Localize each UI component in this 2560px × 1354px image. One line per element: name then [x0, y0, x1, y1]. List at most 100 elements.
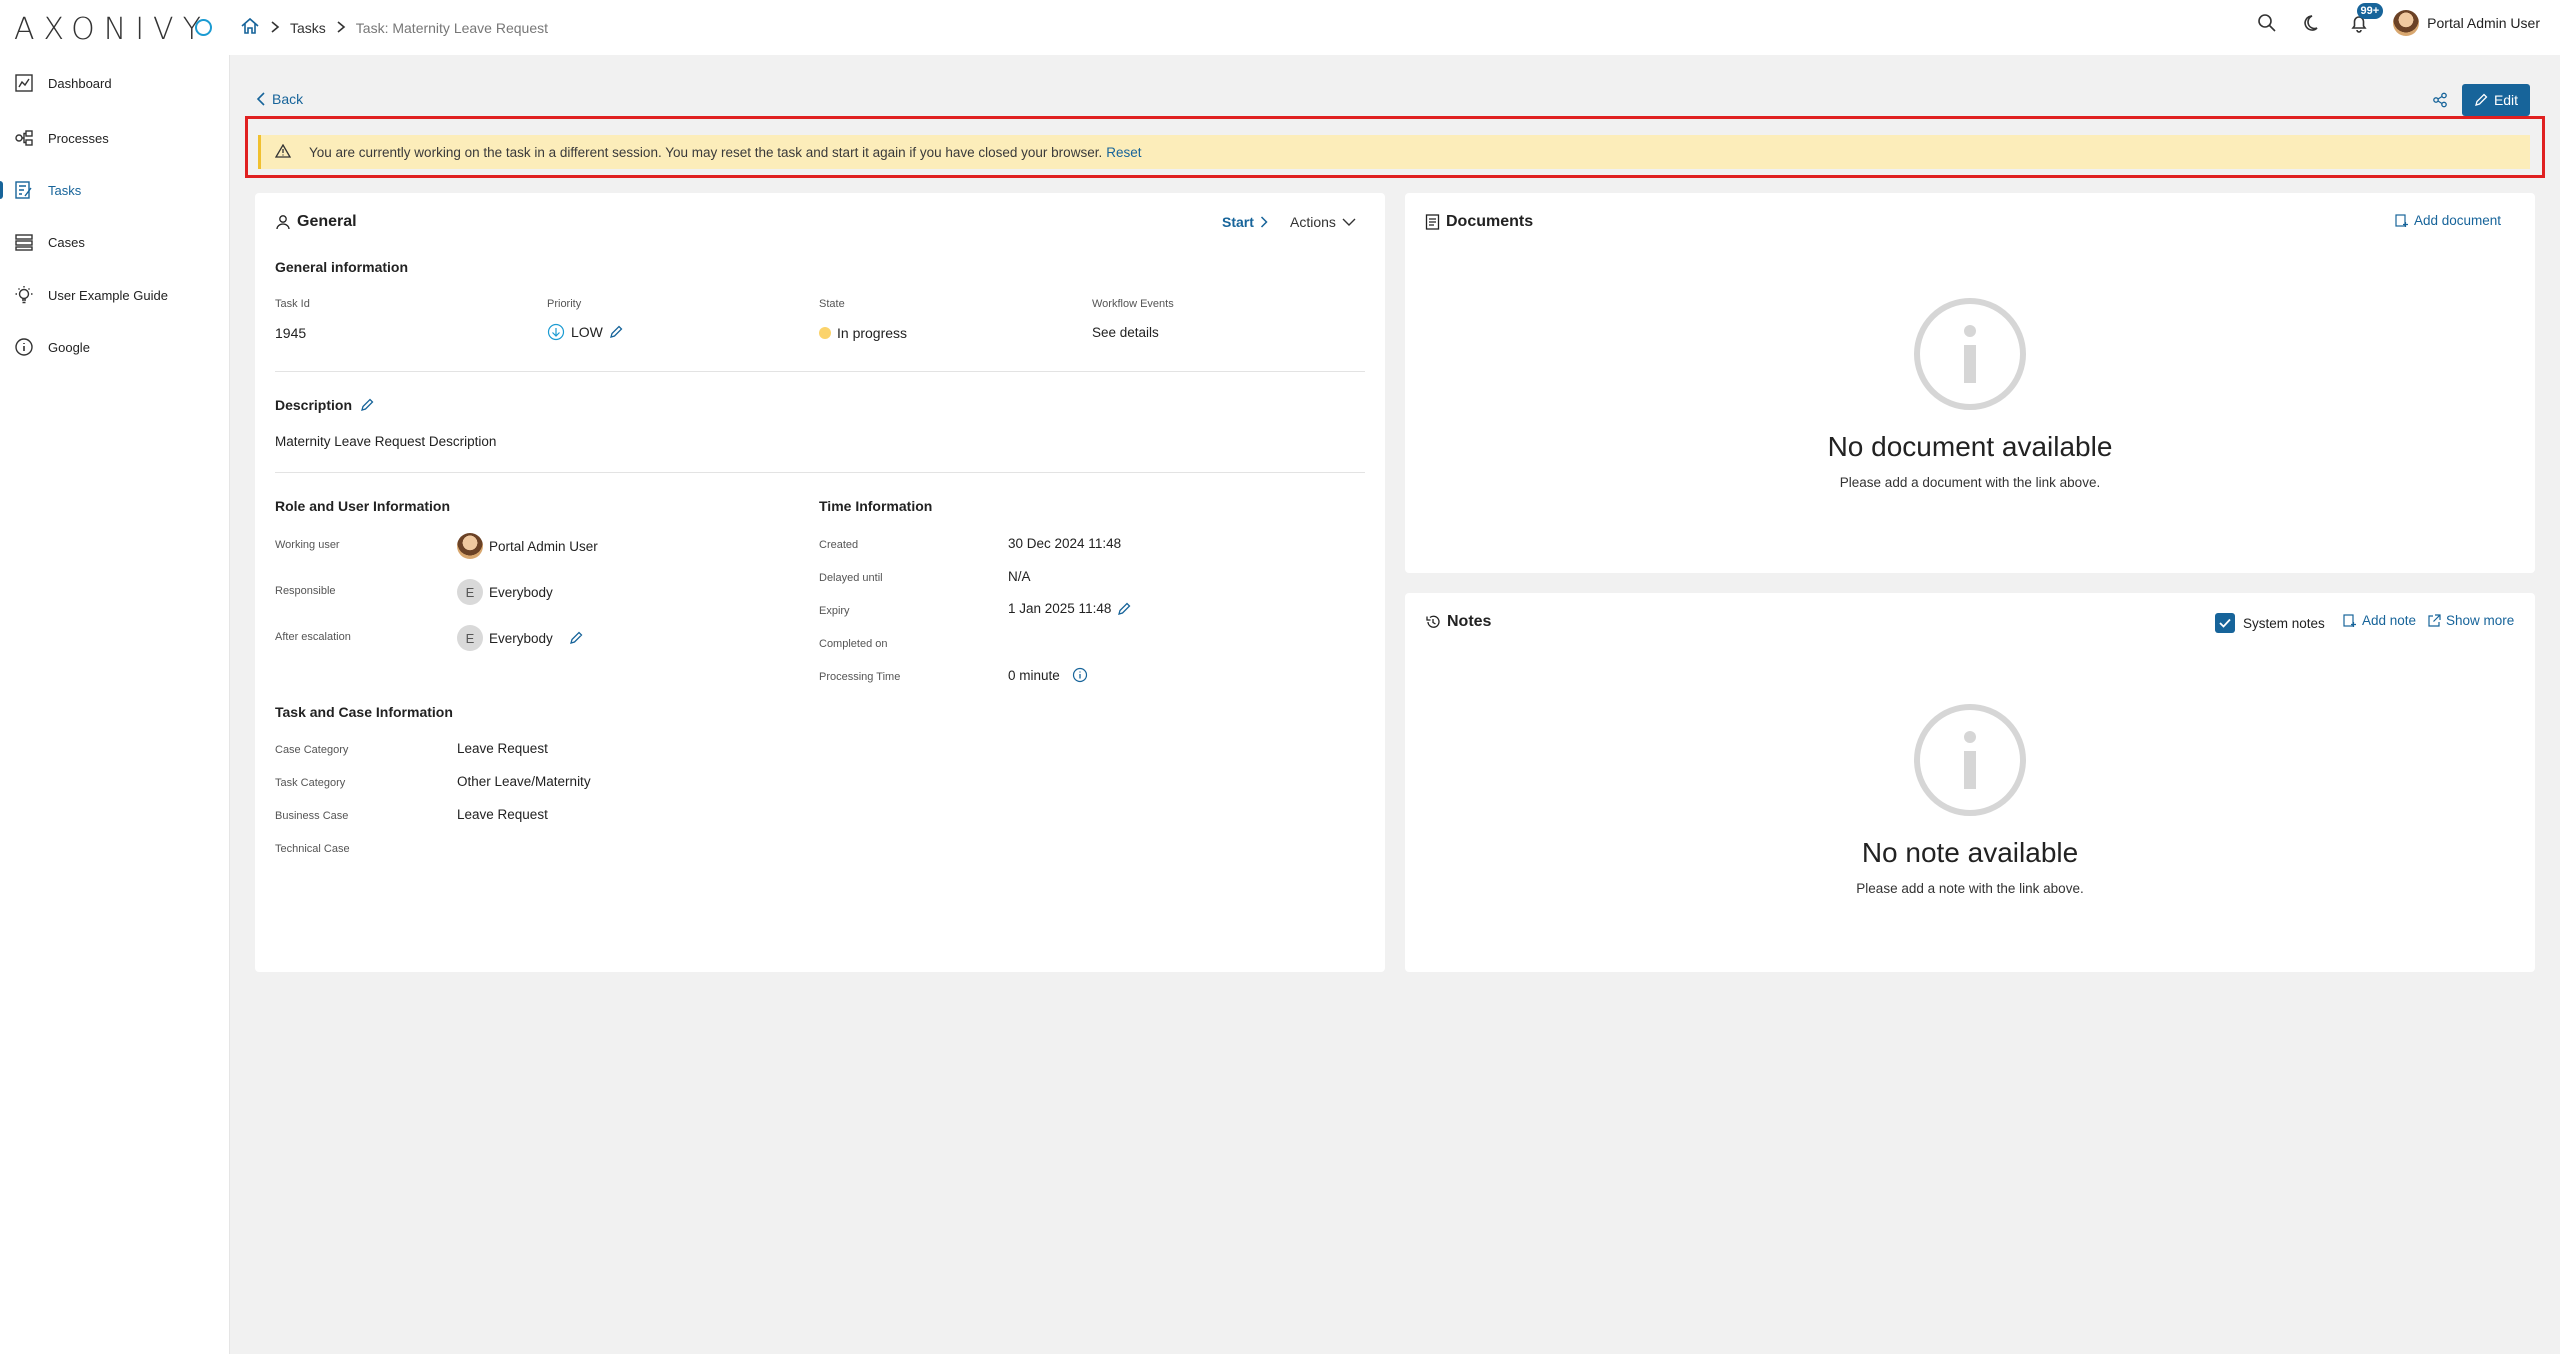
- workflow-events-label: Workflow Events: [1092, 298, 1174, 310]
- after-escalation-value: E Everybody: [457, 625, 583, 651]
- cases-icon: [14, 232, 34, 252]
- task-category-value: Other Leave/Maternity: [457, 774, 591, 789]
- share-icon[interactable]: [2428, 88, 2452, 112]
- expiry-value: 1 Jan 2025 11:48: [1008, 601, 1131, 616]
- sidebar-item-user-example-guide[interactable]: User Example Guide: [0, 276, 230, 314]
- user-menu[interactable]: Portal Admin User: [2393, 10, 2540, 36]
- warning-icon: [274, 143, 292, 161]
- sidebar-item-processes[interactable]: Processes: [0, 119, 230, 157]
- breadcrumb-tasks[interactable]: Tasks: [290, 20, 326, 36]
- general-title-text: General: [297, 213, 357, 230]
- show-more-label: Show more: [2446, 613, 2515, 628]
- breadcrumb-current: Task: Maternity Leave Request: [355, 19, 549, 36]
- chevron-right-icon: [336, 20, 346, 36]
- expiry-label: Expiry: [819, 605, 850, 617]
- taskcase-heading: Task and Case Information: [275, 704, 453, 720]
- breadcrumb: Tasks Task: Maternity Leave Request: [240, 16, 548, 39]
- checkbox-checked-icon[interactable]: [2215, 613, 2235, 633]
- top-bar: AXONIVY Tasks Task: Maternity Leave Requ…: [0, 0, 2560, 55]
- system-notes-checkbox[interactable]: System notes: [2215, 613, 2325, 633]
- role-avatar: E: [457, 579, 483, 605]
- working-user-value: Portal Admin User: [457, 533, 598, 559]
- notes-empty-title: No note available: [1861, 837, 2079, 868]
- notifications-count-badge: 99+: [2356, 3, 2384, 19]
- priority-label: Priority: [547, 298, 582, 310]
- user-name: Portal Admin User: [2427, 15, 2540, 31]
- avatar: [457, 533, 483, 559]
- reset-link[interactable]: Reset: [1106, 145, 1141, 160]
- general-title: General: [275, 213, 357, 231]
- business-case-link[interactable]: Leave Request: [457, 807, 548, 822]
- notes-empty-state: No note available Please add a note with…: [1405, 703, 2535, 896]
- search-icon[interactable]: [2255, 11, 2279, 35]
- documents-empty-subtitle: Please add a document with the link abov…: [1839, 475, 2101, 490]
- home-icon[interactable]: [240, 16, 260, 39]
- history-icon: [1426, 615, 1440, 628]
- chevron-right-icon: [270, 20, 280, 36]
- chevron-left-icon: [256, 92, 265, 106]
- user-icon: [276, 215, 290, 230]
- notes-empty-subtitle: Please add a note with the link above.: [1856, 881, 2084, 896]
- state-label: State: [819, 298, 845, 310]
- notes-title: Notes: [1425, 613, 1491, 631]
- add-note-icon: [2343, 613, 2356, 627]
- info-circle-icon: [1914, 298, 2026, 410]
- sidebar-item-google[interactable]: Google: [0, 328, 230, 366]
- lightbulb-icon: [14, 285, 34, 305]
- pencil-icon[interactable]: [569, 631, 583, 645]
- add-document-label: Add document: [2414, 213, 2502, 228]
- menu-toggle-icon[interactable]: [195, 19, 212, 36]
- see-details-link[interactable]: See details: [1092, 325, 1159, 340]
- notes-card: Notes System notes Add note Show more No…: [1405, 593, 2535, 972]
- sidebar-item-label: Cases: [48, 234, 85, 250]
- add-document-button[interactable]: Add document: [2395, 213, 2501, 228]
- dark-mode-moon-icon[interactable]: [2301, 11, 2325, 35]
- completed-label: Completed on: [819, 638, 888, 650]
- notifications-bell-icon[interactable]: 99+: [2347, 3, 2384, 35]
- info-icon[interactable]: [1072, 667, 1088, 683]
- business-case-label: Business Case: [275, 810, 349, 822]
- add-document-icon: [2395, 213, 2408, 227]
- case-category-label: Case Category: [275, 744, 349, 756]
- description-title-text: Description: [275, 397, 353, 413]
- processing-label: Processing Time: [819, 671, 901, 683]
- actions-label: Actions: [1290, 214, 1336, 230]
- created-label: Created: [819, 539, 859, 551]
- responsible-text: Everybody: [489, 584, 553, 600]
- start-button[interactable]: Start: [1222, 214, 1268, 230]
- processing-value: 0 minute: [1008, 667, 1088, 683]
- technical-case-label: Technical Case: [275, 843, 350, 855]
- general-info-heading: General information: [275, 259, 409, 275]
- pencil-icon[interactable]: [360, 398, 374, 412]
- show-more-button[interactable]: Show more: [2427, 613, 2514, 628]
- sidebar-item-dashboard[interactable]: Dashboard: [0, 64, 230, 102]
- sidebar-item-label: Tasks: [48, 182, 82, 198]
- working-user-text: Portal Admin User: [489, 538, 598, 554]
- sidebar-item-label: Dashboard: [48, 75, 112, 91]
- processing-text: 0 minute: [1008, 667, 1060, 683]
- expiry-text: 1 Jan 2025 11:48: [1008, 601, 1112, 616]
- external-link-icon: [2428, 613, 2441, 627]
- session-warning-alert: You are currently working on the task in…: [258, 135, 2530, 169]
- arrow-down-circle-icon: [547, 323, 565, 341]
- back-button[interactable]: Back: [256, 91, 303, 107]
- add-note-button[interactable]: Add note: [2343, 613, 2416, 628]
- sidebar-item-tasks[interactable]: Tasks: [0, 171, 230, 209]
- task-id-value: 1945: [275, 325, 307, 341]
- description-heading: Description: [275, 397, 374, 413]
- pencil-icon[interactable]: [1117, 602, 1131, 616]
- task-category-label: Task Category: [275, 777, 346, 789]
- pencil-icon[interactable]: [609, 325, 623, 339]
- start-label: Start: [1222, 214, 1254, 230]
- documents-title: Documents: [1425, 213, 1533, 231]
- app-logo[interactable]: AXONIVY: [14, 12, 210, 47]
- actions-dropdown[interactable]: Actions: [1290, 214, 1356, 230]
- system-notes-label: System notes: [2243, 615, 2325, 631]
- processes-icon: [14, 128, 34, 148]
- documents-card: Documents Add document No document avail…: [1405, 193, 2535, 573]
- edit-button[interactable]: Edit: [2462, 84, 2530, 116]
- sidebar-item-cases[interactable]: Cases: [0, 223, 230, 261]
- divider: [275, 371, 1365, 372]
- notes-title-text: Notes: [1447, 613, 1492, 630]
- sidebar-item-label: User Example Guide: [48, 287, 168, 303]
